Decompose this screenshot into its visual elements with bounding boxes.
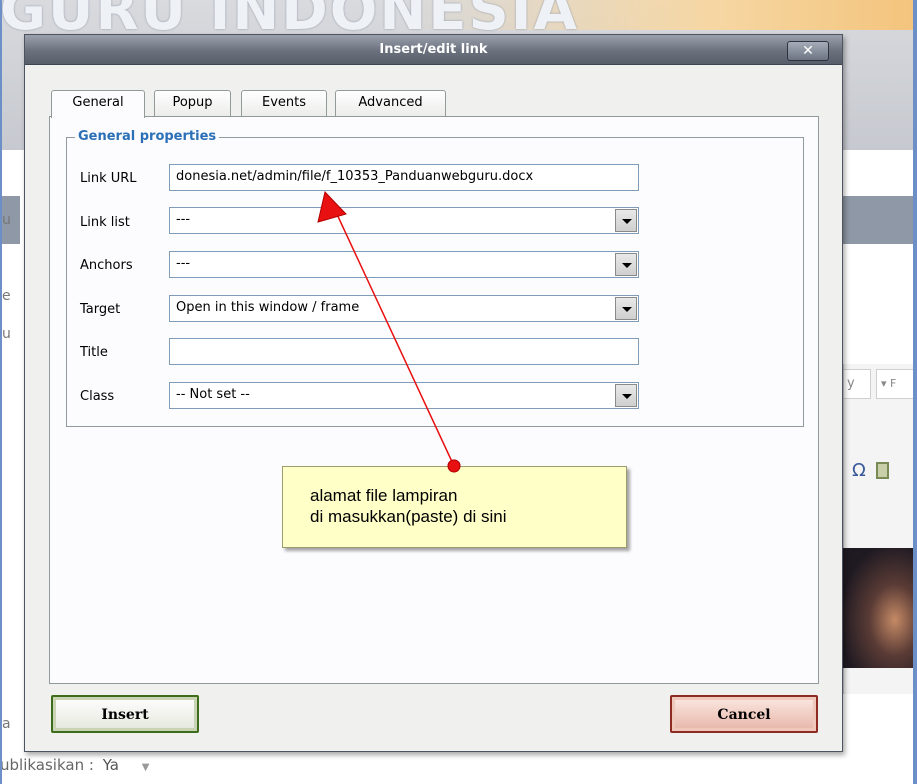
annotation-callout: alamat file lampiran di masukkan(paste) …: [282, 466, 627, 548]
tab-general[interactable]: General: [51, 90, 145, 118]
annotation-line-1: alamat file lampiran: [310, 486, 458, 505]
annotation-arrow-line: [334, 209, 455, 467]
annotation-line-2: di masukkan(paste) di sini: [310, 507, 507, 526]
annotation-arrowhead: [317, 190, 347, 223]
